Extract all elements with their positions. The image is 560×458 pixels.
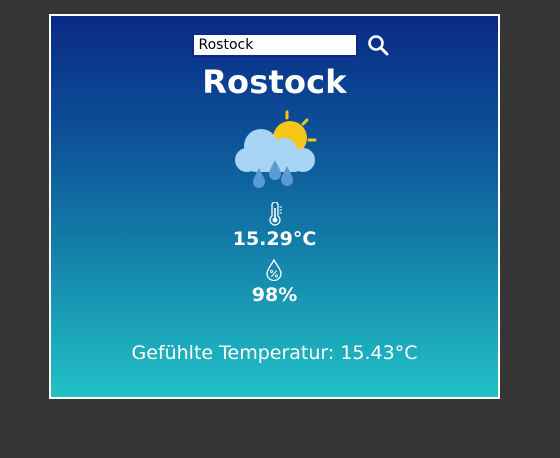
- city-search-input[interactable]: [191, 33, 358, 57]
- humidity-value: 98%: [251, 284, 298, 306]
- thermometer-icon: [269, 202, 282, 226]
- search-bar: [51, 33, 498, 57]
- cloud-sun-rain-icon: [235, 110, 317, 188]
- search-icon[interactable]: [366, 33, 390, 57]
- weather-card: Rostock 15.29°C 98% Ge: [49, 14, 500, 399]
- city-name: Rostock: [202, 63, 347, 101]
- humidity-icon: [266, 259, 282, 281]
- temperature-value: 15.29°C: [232, 228, 317, 250]
- feels-like-temperature: Gefühlte Temperatur: 15.43°C: [131, 342, 418, 364]
